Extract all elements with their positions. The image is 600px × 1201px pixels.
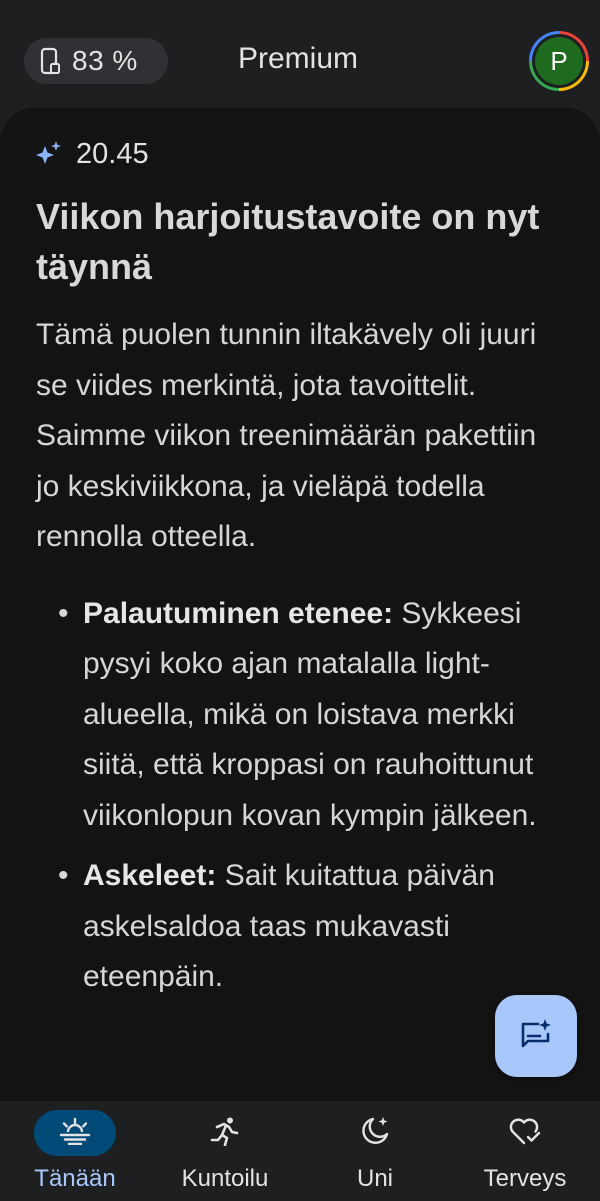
bullet-title: Palautuminen etenee: (83, 596, 394, 630)
sparkle-icon (36, 140, 62, 171)
battery-percent: 83 % (72, 45, 138, 76)
status-bar: 83 % Premium P (0, 0, 600, 110)
bullet-dot: • (58, 859, 69, 892)
bullet-text: Sykkeesi pysyi koko ajan matalalla light… (83, 596, 537, 832)
insight-time: 20.45 (76, 137, 149, 170)
heart-check-icon (508, 1116, 542, 1151)
nav-item-health[interactable]: Terveys (450, 1101, 600, 1201)
chat-sparkle-icon (518, 1016, 554, 1057)
insight-body: Tämä puolen tunnin iltakävely oli juuri … (36, 318, 537, 553)
phone-battery-icon (40, 47, 60, 75)
insight-bullet-list: • Palautuminen etenee: Sykkeesi pysyi ko… (36, 589, 566, 1003)
nav-label: Terveys (483, 1165, 567, 1192)
nav-label: Tänään (34, 1165, 116, 1192)
account-avatar-button[interactable]: P (529, 31, 589, 91)
sunrise-icon (59, 1117, 91, 1150)
battery-pill[interactable]: 83 % (24, 38, 168, 84)
nav-label: Uni (356, 1165, 393, 1192)
time-row: 20.45 (36, 136, 566, 172)
premium-title: Premium (238, 42, 359, 75)
running-icon (209, 1116, 241, 1151)
nav-label: Kuntoilu (181, 1165, 269, 1192)
nav-item-today[interactable]: Tänään (0, 1101, 150, 1201)
bottom-navigation: Tänään Kuntoilu Uni Terveys (0, 1101, 600, 1201)
avatar: P (535, 37, 583, 85)
insight-headline: Viikon harjoitustavoite on nyt täynnä (36, 196, 540, 287)
bullet-dot: • (58, 596, 69, 630)
list-item: • Palautuminen etenee: Sykkeesi pysyi ko… (36, 589, 566, 842)
moon-icon (359, 1115, 391, 1152)
bullet-title: Askeleet: (83, 859, 217, 892)
list-item: • Askeleet: Sait kuitattua päivän askels… (36, 851, 566, 1003)
insight-card: 20.45 Viikon harjoitustavoite on nyt täy… (0, 108, 600, 1108)
nav-item-sleep[interactable]: Uni (300, 1101, 450, 1201)
ask-coach-button[interactable] (495, 995, 577, 1077)
nav-item-fitness[interactable]: Kuntoilu (150, 1101, 300, 1201)
